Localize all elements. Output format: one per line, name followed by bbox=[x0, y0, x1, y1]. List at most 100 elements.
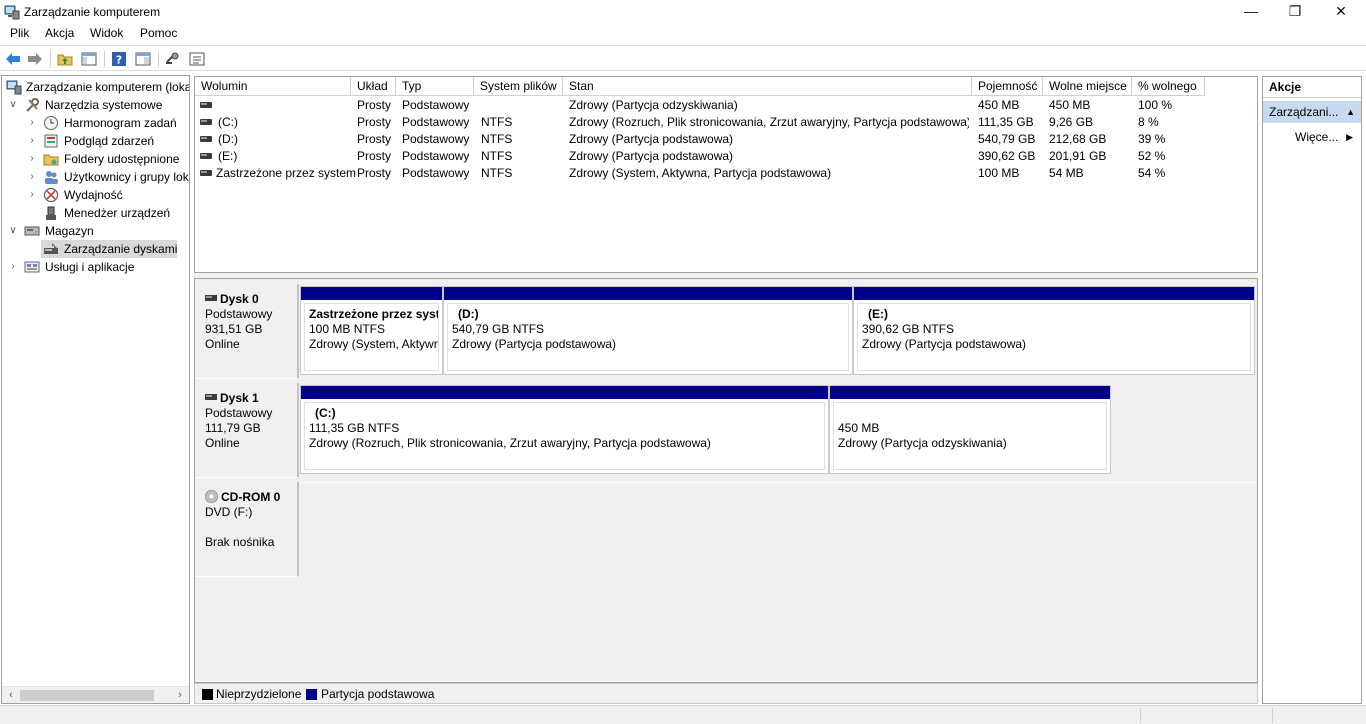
column-header-layout[interactable]: Układ bbox=[351, 77, 396, 96]
table-row[interactable]: (D:) Prosty Podstawowy NTFS Zdrowy (Part… bbox=[195, 131, 1257, 148]
menu-action[interactable]: Akcja bbox=[45, 26, 74, 40]
disk-media: Brak nośnika bbox=[205, 535, 275, 549]
cell-file-system: NTFS bbox=[481, 166, 513, 180]
menu-file[interactable]: Plik bbox=[10, 26, 29, 40]
chevron-right-icon[interactable]: › bbox=[27, 132, 37, 150]
partition-c[interactable]: (C:) 111,35 GB NTFS Zdrowy (Rozruch, Pli… bbox=[300, 385, 829, 474]
volume-icon bbox=[200, 170, 212, 176]
chevron-down-icon[interactable]: ∨ bbox=[8, 96, 18, 114]
tree-label-services-apps: Usługi i aplikacje bbox=[45, 260, 135, 274]
disk-kind: DVD (F:) bbox=[205, 505, 253, 519]
window-title: Zarządzanie komputerem bbox=[24, 5, 161, 19]
cell-status: Zdrowy (Partycja podstawowa) bbox=[569, 132, 734, 146]
restore-button[interactable]: ❐ bbox=[1272, 0, 1318, 24]
partition-recovery[interactable]: 450 MB Zdrowy (Partycja odzyskiwania) bbox=[829, 385, 1111, 474]
partition-status: Zdrowy (System, Aktywr bbox=[309, 337, 438, 351]
partition-system-reserved[interactable]: Zastrzeżone przez syst 100 MB NTFS Zdrow… bbox=[300, 286, 443, 375]
table-row[interactable]: Zastrzeżone przez system Prosty Podstawo… bbox=[195, 165, 1257, 182]
tree-item-performance[interactable]: › Wydajność bbox=[2, 186, 189, 204]
table-row[interactable]: (C:) Prosty Podstawowy NTFS Zdrowy (Rozr… bbox=[195, 114, 1257, 131]
close-button[interactable]: ✕ bbox=[1318, 0, 1364, 24]
scrollbar-thumb[interactable] bbox=[20, 690, 154, 701]
chevron-right-icon[interactable]: › bbox=[27, 168, 37, 186]
more-actions-item[interactable]: Więce... ▶ bbox=[1263, 127, 1361, 147]
computer-management-icon bbox=[6, 80, 22, 95]
up-folder-icon[interactable] bbox=[56, 50, 74, 68]
event-log-icon bbox=[44, 134, 58, 148]
cell-status: Zdrowy (Partycja odzyskiwania) bbox=[569, 98, 738, 112]
partition-e[interactable]: (E:) 390,62 GB NTFS Zdrowy (Partycja pod… bbox=[853, 286, 1255, 375]
menu-help[interactable]: Pomoc bbox=[140, 26, 177, 40]
cell-layout: Prosty bbox=[357, 115, 392, 129]
partition-size: 450 MB bbox=[838, 421, 880, 435]
performance-icon bbox=[44, 188, 58, 202]
tree-item-event-viewer[interactable]: › Podgląd zdarzeń bbox=[2, 132, 189, 150]
tree-item-shared-folders[interactable]: › Foldery udostępnione bbox=[2, 150, 189, 168]
partition-name: (C:) bbox=[315, 406, 336, 420]
export-list-icon[interactable] bbox=[188, 50, 206, 68]
tree-item-services-apps[interactable]: › Usługi i aplikacje bbox=[2, 258, 189, 276]
tree-item-disk-management[interactable]: Zarządzanie dyskami bbox=[41, 240, 177, 258]
cell-file-system: NTFS bbox=[481, 132, 513, 146]
volume-icon bbox=[200, 119, 212, 125]
column-header-type[interactable]: Typ bbox=[396, 77, 474, 96]
disk-kind: Podstawowy bbox=[205, 406, 273, 420]
legend-unallocated: Nieprzydzielone bbox=[216, 687, 302, 701]
column-header-status[interactable]: Stan bbox=[563, 77, 972, 96]
disk-info-0[interactable]: Dysk 0 Podstawowy 931,51 GB Online bbox=[195, 284, 299, 379]
tree-item-users-groups[interactable]: › Użytkownicy i grupy lok bbox=[2, 168, 189, 186]
tree-label-shared-folders: Foldery udostępnione bbox=[64, 152, 180, 166]
tree-item-device-manager[interactable]: Menedżer urządzeń bbox=[2, 204, 189, 222]
scroll-right-icon[interactable]: › bbox=[173, 687, 187, 703]
tree-item-storage[interactable]: ∨ Magazyn bbox=[2, 222, 189, 240]
collapse-arrow-icon[interactable]: ▲ bbox=[1346, 101, 1355, 123]
disk-info-cdrom[interactable]: CD-ROM 0 DVD (F:) Brak nośnika bbox=[195, 482, 299, 577]
cell-volume: Zastrzeżone przez system bbox=[216, 166, 357, 180]
table-row[interactable]: (E:) Prosty Podstawowy NTFS Zdrowy (Part… bbox=[195, 148, 1257, 165]
tree-item-system-tools[interactable]: ∨ Narzędzia systemowe bbox=[2, 96, 189, 114]
tree-item-root[interactable]: Zarządzanie komputerem (loka bbox=[2, 78, 189, 96]
tree-label-users-groups: Użytkownicy i grupy lok bbox=[64, 170, 189, 184]
cell-percent-free: 52 % bbox=[1138, 149, 1166, 163]
tree-item-task-scheduler[interactable]: › Harmonogram zadań bbox=[2, 114, 189, 132]
column-header-free-space[interactable]: Wolne miejsce bbox=[1043, 77, 1132, 96]
svg-text:?: ? bbox=[116, 54, 122, 67]
hard-disk-icon bbox=[205, 295, 217, 301]
column-header-percent-free[interactable]: % wolnego bbox=[1132, 77, 1205, 96]
cell-layout: Prosty bbox=[357, 132, 392, 146]
minimize-button[interactable]: — bbox=[1228, 0, 1274, 24]
tree-label-disk-management: Zarządzanie dyskami bbox=[64, 242, 178, 256]
table-row[interactable]: Prosty Podstawowy Zdrowy (Partycja odzys… bbox=[195, 97, 1257, 114]
back-icon[interactable] bbox=[4, 50, 22, 68]
properties-pane-icon[interactable] bbox=[134, 50, 152, 68]
actions-section-disk-management[interactable]: Zarządzani... ▲ bbox=[1263, 101, 1361, 123]
show-tree-icon[interactable] bbox=[80, 50, 98, 68]
chevron-right-icon[interactable]: › bbox=[27, 186, 37, 204]
help-icon[interactable]: ? bbox=[110, 50, 128, 68]
forward-icon[interactable] bbox=[26, 50, 44, 68]
partition-name: (E:) bbox=[868, 307, 888, 321]
column-header-file-system[interactable]: System plików bbox=[474, 77, 563, 96]
disk-name: Dysk 1 bbox=[220, 391, 259, 405]
tree-label-device-manager: Menedżer urządzeń bbox=[64, 206, 171, 220]
cell-free-space: 212,68 GB bbox=[1049, 132, 1107, 146]
chevron-right-icon[interactable]: › bbox=[27, 114, 37, 132]
partition-bar bbox=[854, 287, 1254, 300]
services-icon bbox=[24, 261, 40, 273]
scroll-left-icon[interactable]: ‹ bbox=[4, 687, 18, 703]
column-header-capacity[interactable]: Pojemność bbox=[972, 77, 1043, 96]
cell-type: Podstawowy bbox=[402, 132, 470, 146]
disk-info-1[interactable]: Dysk 1 Podstawowy 111,79 GB Online bbox=[195, 383, 299, 478]
column-header-volume[interactable]: Wolumin bbox=[195, 77, 351, 96]
cell-capacity: 390,62 GB bbox=[978, 149, 1036, 163]
menu-view[interactable]: Widok bbox=[90, 26, 123, 40]
cell-volume: (E:) bbox=[218, 149, 238, 163]
partition-d[interactable]: (D:) 540,79 GB NTFS Zdrowy (Partycja pod… bbox=[443, 286, 853, 375]
chevron-right-icon[interactable]: › bbox=[8, 258, 18, 276]
chevron-right-icon[interactable]: › bbox=[27, 150, 37, 168]
cell-free-space: 201,91 GB bbox=[1049, 149, 1107, 163]
volume-icon bbox=[200, 102, 212, 108]
connect-icon[interactable] bbox=[164, 50, 182, 68]
chevron-down-icon[interactable]: ∨ bbox=[8, 222, 18, 240]
tree-horizontal-scrollbar[interactable]: ‹ › bbox=[2, 686, 189, 703]
